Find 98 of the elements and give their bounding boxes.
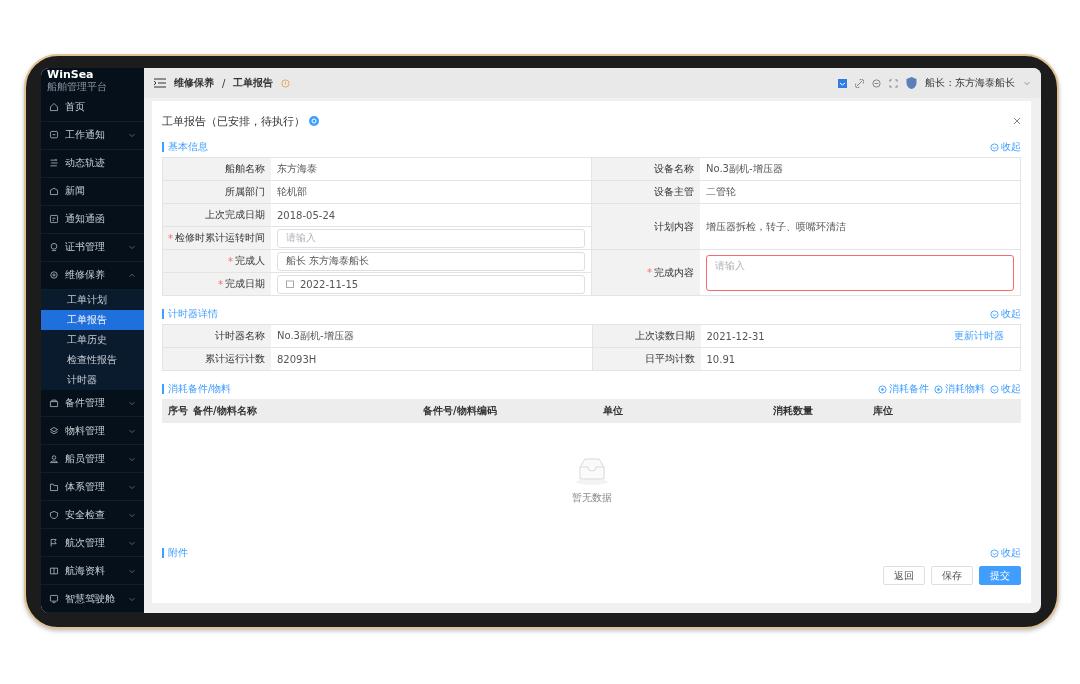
collapse-icon (990, 384, 999, 394)
column-header: 库位 (873, 404, 894, 418)
chevron-icon (128, 131, 136, 140)
field-label: 所属部门 (225, 185, 265, 199)
chevron-icon (128, 243, 136, 252)
field-value: 10.91 (706, 353, 736, 365)
sidebar-item[interactable]: 航海资料 (41, 557, 144, 586)
field-value: 二管轮 (706, 185, 736, 199)
home-icon (49, 102, 59, 113)
field-value: No.3副机-增压器 (706, 162, 783, 176)
field-label: 累计运行计数 (163, 348, 271, 370)
field-label: 完成内容 (654, 265, 694, 280)
field-value: No.3副机-增压器 (277, 329, 354, 343)
field-label: 完成日期 (225, 277, 265, 291)
help-icon[interactable] (309, 116, 319, 126)
dialog-title: 工单报告（已安排，待执行） (162, 113, 305, 129)
layers-icon (49, 425, 59, 436)
breadcrumb-item[interactable]: 维修保养 (174, 76, 214, 90)
sidebar-item[interactable]: 通知通函 (41, 205, 144, 234)
sidebar-item[interactable]: 动态轨迹 (41, 149, 144, 178)
action-button[interactable]: 保存 (931, 566, 973, 585)
action-button[interactable]: 返回 (883, 566, 925, 585)
gear-icon (878, 384, 887, 394)
section-title: 基本信息 (162, 142, 208, 152)
field-value: 增压器拆检，转子、喷嘴环清洁 (706, 219, 846, 234)
field-label: 船舶名称 (225, 162, 265, 176)
field-value: 82093H (277, 353, 317, 365)
required-mark: * (228, 255, 233, 267)
column-header: 消耗数量 (773, 404, 814, 418)
breadcrumb-item[interactable]: 工单报告 (233, 76, 274, 90)
field-label: 计时器名称 (163, 325, 271, 347)
submenu-item[interactable]: 计时器 (41, 369, 144, 390)
notice-icon (49, 214, 59, 225)
sidebar-item[interactable]: 安全检查 (41, 501, 144, 530)
logo-subtitle: 船舶管理平台 (47, 80, 108, 93)
field-label: 检修时累计运转时间 (175, 231, 265, 245)
sidebar-item[interactable]: 证书管理 (41, 233, 144, 262)
submenu-item[interactable]: 工单报告 (41, 309, 144, 330)
sidebar-item[interactable]: 备件管理 (41, 389, 144, 418)
sidebar-item[interactable]: 首页 (41, 93, 144, 122)
date-field[interactable]: 2022-11-15 (277, 274, 585, 294)
field-value: 东方海泰 (277, 162, 317, 176)
sidebar-item[interactable]: 工作通知 (41, 121, 144, 150)
sidebar-item[interactable]: 智慧驾驶舱 (41, 585, 144, 613)
sidebar-item[interactable]: 航次管理 (41, 529, 144, 558)
flag-icon (49, 537, 59, 548)
column-header: 备件号/物料编码 (423, 404, 498, 418)
gear-icon (49, 270, 59, 281)
section-title: 附件 (162, 548, 188, 558)
sidebar-item[interactable]: 维修保养 (41, 261, 144, 290)
chevron-icon (128, 271, 136, 280)
field-value: 轮机部 (277, 185, 307, 199)
field-label: 设备主管 (654, 185, 694, 199)
field-label: 上次完成日期 (205, 208, 265, 222)
menu-icon[interactable] (154, 78, 166, 88)
required-mark: * (168, 232, 173, 244)
field-value: 2018-05-24 (277, 209, 336, 221)
field-label: 计划内容 (654, 219, 694, 234)
user-name[interactable]: 船长 : 东方海泰船长 (925, 76, 1015, 90)
input-field[interactable]: 船长 东方海泰船长 (277, 251, 585, 271)
sidebar-item[interactable]: 船员管理 (41, 445, 144, 474)
book-icon (49, 565, 59, 576)
calendar-icon (286, 280, 294, 288)
message-icon (49, 130, 59, 141)
empty-message: 暂无数据 (571, 491, 612, 505)
shield-icon (49, 509, 59, 520)
field-label: 上次读数日期 (592, 325, 701, 347)
field-value: 2021-12-31 (706, 330, 765, 342)
submenu-item[interactable]: 工单历史 (41, 329, 144, 350)
folder-icon (49, 481, 59, 492)
column-header: 单位 (603, 404, 624, 418)
sidebar-item[interactable]: 物料管理 (41, 417, 144, 446)
field-label: 设备名称 (654, 162, 694, 176)
sidebar-item[interactable]: 体系管理 (41, 473, 144, 502)
collapse-icon (990, 548, 999, 558)
close-icon[interactable] (1013, 117, 1021, 125)
required-mark: * (647, 267, 652, 278)
field-label: 日平均计数 (592, 348, 701, 370)
collapse-icon (990, 309, 999, 319)
section-title: 计时器详情 (162, 309, 218, 319)
info-icon (281, 78, 291, 88)
collapse-icon (990, 142, 999, 152)
monitor-icon (49, 593, 59, 604)
sidebar-item[interactable]: 新闻 (41, 177, 144, 206)
person-icon (49, 453, 59, 464)
section-title: 消耗备件/物料 (162, 384, 232, 394)
submenu-item[interactable]: 检查性报告 (41, 349, 144, 370)
submenu-item[interactable]: 工单计划 (41, 289, 144, 310)
breadcrumb-separator: / (222, 77, 226, 89)
empty-inbox-icon (574, 457, 609, 485)
fullscreen-icon[interactable] (889, 78, 899, 88)
required-mark: * (218, 278, 223, 290)
column-header: 备件/物料名称 (193, 404, 258, 418)
logo: WinSea (47, 68, 95, 81)
column-header: 序号 (168, 404, 189, 418)
chevron-icon (1023, 79, 1031, 87)
shield-avatar-icon (906, 77, 918, 89)
field-label: 完成人 (235, 254, 265, 268)
